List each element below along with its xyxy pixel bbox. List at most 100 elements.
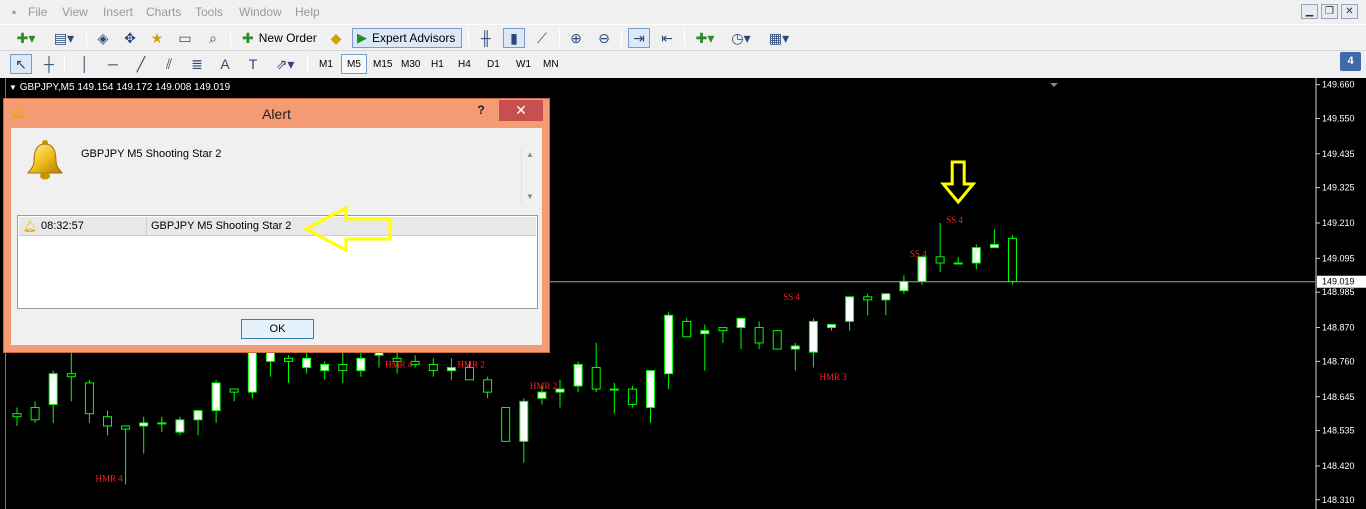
navigator-icon[interactable]: ✥ xyxy=(119,28,141,48)
alert-list-row[interactable]: 🔔︎ 08:32:57 GBPJPY M5 Shooting Star 2 xyxy=(19,217,536,236)
candle-body xyxy=(229,388,239,393)
help-button[interactable]: ? xyxy=(471,103,491,120)
candle-body xyxy=(157,422,167,425)
timeframe-m5[interactable]: M5 xyxy=(341,54,367,74)
message-scrollbar[interactable]: ▲ ▼ xyxy=(521,148,538,204)
menu-help[interactable]: Help xyxy=(295,5,320,19)
pattern-label: HMR 4 xyxy=(96,473,124,483)
horizontal-line-icon[interactable]: ─ xyxy=(102,54,124,74)
candle-body xyxy=(103,416,112,427)
y-tick-label: 148.985 xyxy=(1322,287,1355,297)
strategy-tester-icon[interactable]: ⌕ xyxy=(202,28,224,48)
new-order-label: New Order xyxy=(258,31,317,45)
terminal-icon[interactable]: ▭ xyxy=(174,28,196,48)
candle-body xyxy=(808,320,818,353)
fibonacci-icon[interactable]: ≣ xyxy=(186,54,208,74)
scroll-up-icon[interactable]: ▲ xyxy=(522,148,538,162)
text-label-icon[interactable]: T xyxy=(242,54,264,74)
candle-body xyxy=(483,379,493,393)
timeframe-d1[interactable]: D1 xyxy=(482,54,505,74)
candle-body xyxy=(881,293,891,301)
timeframe-m15[interactable]: M15 xyxy=(368,54,397,74)
y-tick-label: 149.325 xyxy=(1322,183,1355,193)
candle-body xyxy=(646,370,655,409)
templates-icon[interactable]: ▦▾ xyxy=(763,28,795,48)
y-tick-label: 149.095 xyxy=(1322,253,1355,263)
new-chart-icon[interactable]: ✚▾ xyxy=(10,28,42,48)
menu-file[interactable]: File xyxy=(28,5,47,19)
profiles-icon[interactable]: ▤▾ xyxy=(48,28,80,48)
menu-window[interactable]: Window xyxy=(239,5,282,19)
y-tick-label: 148.870 xyxy=(1322,323,1355,333)
candlestick-chart-icon[interactable]: ▮ xyxy=(503,28,525,48)
timeframe-h4[interactable]: H4 xyxy=(453,54,476,74)
indicators-icon[interactable]: ✚▾ xyxy=(690,28,720,48)
line-chart-icon[interactable]: ⟋ xyxy=(531,28,553,48)
pattern-label: HMR 2 xyxy=(458,360,485,370)
candle-body xyxy=(356,357,366,372)
expert-advisors-button[interactable]: ▶ Expert Advisors xyxy=(352,28,463,48)
zoom-out-icon[interactable]: ⊖ xyxy=(593,28,615,48)
window-controls: ▁ ❐ ✕ xyxy=(1301,4,1358,19)
menu-charts[interactable]: Charts xyxy=(146,5,181,19)
alert-body: GBPJPY M5 Shooting Star 2 ▲ ▼ 🔔︎ 08:32:5… xyxy=(11,128,542,345)
scroll-down-icon[interactable]: ▼ xyxy=(522,190,538,204)
chart-shift-icon[interactable]: ⇤ xyxy=(656,28,678,48)
chart-header-icon: ▼ xyxy=(9,83,17,92)
text-icon[interactable]: A xyxy=(214,54,236,74)
chart-header-text: GBPJPY,M5 149.154 149.172 149.008 149.01… xyxy=(19,82,231,93)
y-tick-label: 149.550 xyxy=(1322,113,1355,123)
auto-scroll-icon[interactable]: ⇥ xyxy=(628,28,650,48)
crosshair-icon[interactable]: ┼ xyxy=(38,54,60,74)
down-arrow-annotation xyxy=(939,160,977,205)
cursor-icon[interactable]: ↖ xyxy=(10,54,32,74)
close-button[interactable]: ✕ xyxy=(499,100,543,121)
menu-view[interactable]: View xyxy=(62,5,88,19)
alert-list-message: GBPJPY M5 Shooting Star 2 xyxy=(151,220,292,232)
close-icon[interactable]: ✕ xyxy=(1341,4,1358,19)
pattern-label: HMR 3 xyxy=(820,372,848,382)
candle-body xyxy=(573,363,583,387)
warning-icon[interactable]: ◆ xyxy=(325,28,347,48)
menu-insert[interactable]: Insert xyxy=(103,5,133,19)
expert-advisors-label: Expert Advisors xyxy=(372,31,456,45)
periods-icon[interactable]: ◷▾ xyxy=(726,28,756,48)
candle-body xyxy=(211,382,221,412)
candle-body xyxy=(537,391,547,399)
new-order-button[interactable]: ✚ New Order xyxy=(237,28,324,48)
candle-body xyxy=(30,407,40,421)
bar-chart-icon[interactable]: ╫ xyxy=(475,28,497,48)
candle-body xyxy=(736,317,746,329)
equidistant-channel-icon[interactable]: ⫽ xyxy=(158,54,180,74)
ok-button[interactable]: OK xyxy=(241,319,314,339)
restore-icon[interactable]: ❐ xyxy=(1321,4,1338,19)
menu-tools[interactable]: Tools xyxy=(195,5,223,19)
expert-advisors-icon: ▶ xyxy=(357,30,367,45)
zoom-in-icon[interactable]: ⊕ xyxy=(565,28,587,48)
timeframe-mn[interactable]: MN xyxy=(538,54,564,74)
candle-body xyxy=(84,382,94,415)
favorites-icon[interactable]: ★ xyxy=(146,28,168,48)
candle-body xyxy=(989,244,999,249)
bell-icon xyxy=(27,140,63,180)
pattern-label: SS 4 xyxy=(946,215,963,225)
vertical-line-icon[interactable]: │ xyxy=(74,54,96,74)
candle-body xyxy=(501,407,511,442)
trendline-icon[interactable]: ╱ xyxy=(130,54,152,74)
candle-body xyxy=(121,425,131,430)
menu-file-icon[interactable]: ▪ xyxy=(12,5,16,19)
timeframe-m1[interactable]: M1 xyxy=(314,54,338,74)
candle-body xyxy=(519,400,529,442)
candle-body xyxy=(320,363,330,372)
timeframe-h1[interactable]: H1 xyxy=(426,54,449,74)
toolbar-separator xyxy=(64,55,65,73)
alert-time: 08:32:57 xyxy=(19,217,147,236)
market-watch-icon[interactable]: ◈ xyxy=(92,28,114,48)
alert-titlebar[interactable]: 🔔︎ Alert ? ✕ xyxy=(4,99,549,128)
alert-title: Alert xyxy=(262,106,291,122)
timeframe-w1[interactable]: W1 xyxy=(511,54,536,74)
timeframe-m30[interactable]: M30 xyxy=(396,54,425,74)
minimize-icon[interactable]: ▁ xyxy=(1301,4,1318,19)
candle-body xyxy=(284,357,293,362)
arrows-icon[interactable]: ⇗▾ xyxy=(270,54,300,74)
